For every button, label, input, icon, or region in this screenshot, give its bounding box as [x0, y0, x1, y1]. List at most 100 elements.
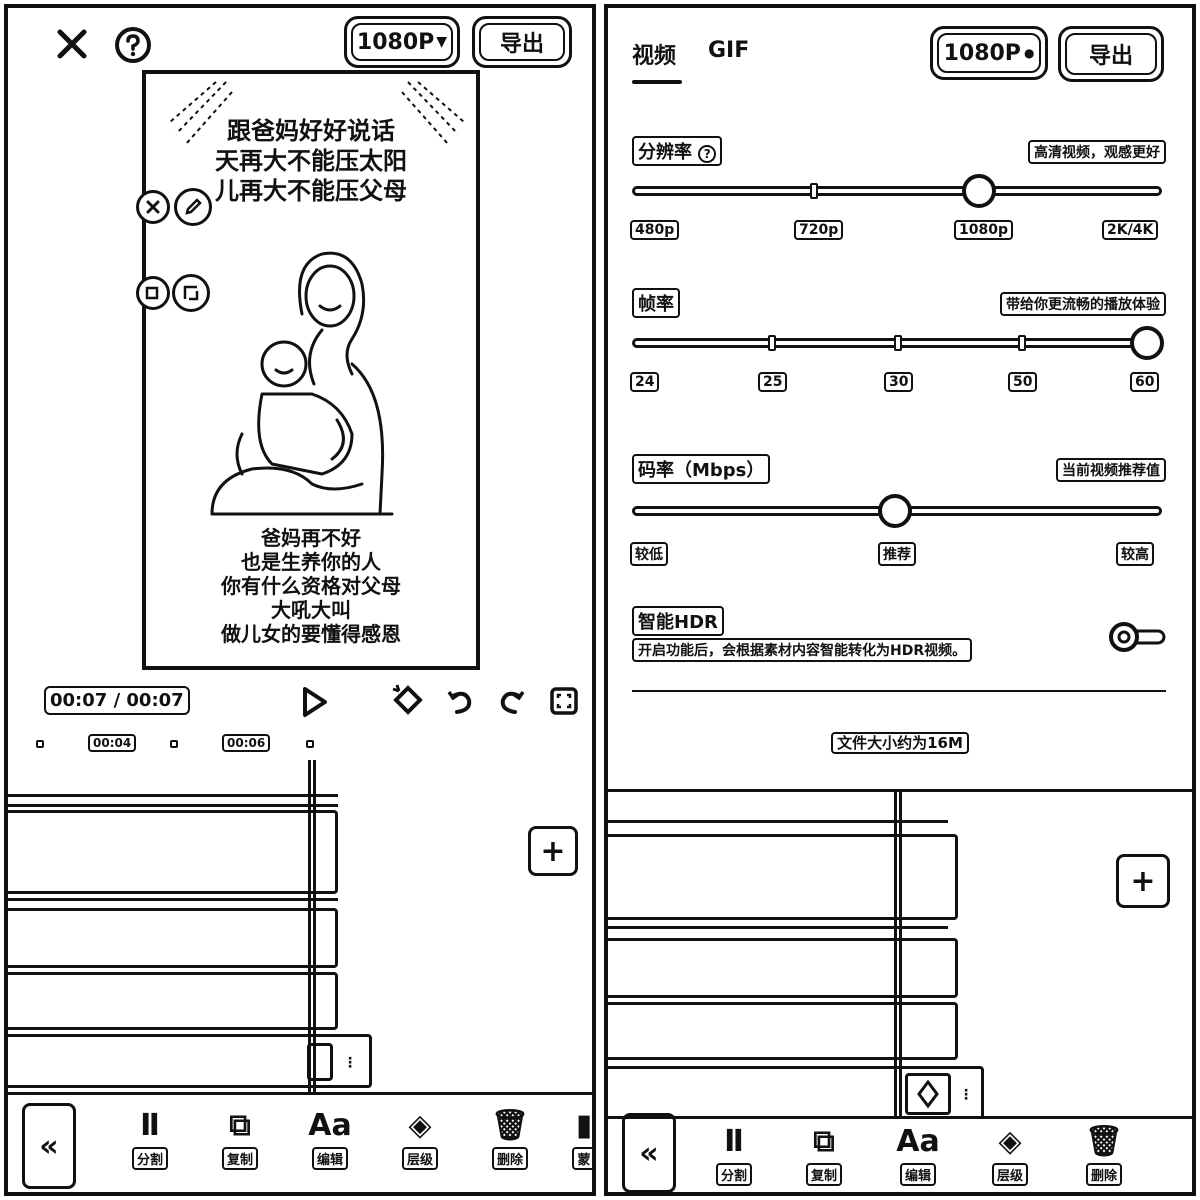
- ruler-label: 00:04: [88, 734, 137, 752]
- add-track-button[interactable]: +: [528, 826, 578, 876]
- tick-label: 60: [1130, 372, 1160, 392]
- tool-edit[interactable]: Aa 编辑: [300, 1107, 360, 1170]
- slider-tick: [1018, 335, 1026, 351]
- export-button[interactable]: 导出: [1058, 26, 1164, 82]
- bottom-toolbar: « Ⅱ 分割 ⧉ 复制 Aa 编辑 ◈ 层级 🗑 删除 ▮ 蒙: [8, 1092, 592, 1192]
- export-button[interactable]: 导出: [472, 16, 572, 68]
- tick-label: 较高: [1116, 542, 1154, 566]
- tick-label: 720p: [794, 220, 844, 240]
- tool-delete[interactable]: 🗑 删除: [480, 1107, 540, 1170]
- sticker-clip[interactable]: [608, 938, 958, 998]
- split-icon: Ⅱ: [724, 1124, 744, 1159]
- file-size-estimate: 文件大小约为16M: [608, 732, 1192, 754]
- text-clip[interactable]: [608, 1002, 958, 1060]
- tool-split[interactable]: Ⅱ 分割: [704, 1123, 764, 1186]
- editor-screen: 1080P ▼ 导出 跟爸妈好好说话 天再大不能压太阳 儿再大不能压父母 爸妈再…: [4, 4, 596, 1196]
- more-icon[interactable]: ⋮: [959, 1087, 973, 1103]
- playhead[interactable]: [308, 760, 316, 1092]
- resolution-selector[interactable]: 1080P ●: [930, 26, 1048, 80]
- hdr-toggle[interactable]: [1108, 620, 1166, 654]
- help-icon[interactable]: [112, 24, 154, 66]
- export-settings-panel: 视频 GIF 1080P ● 导出 分辨率 ? 高清视频，观感更好 480p 7…: [608, 8, 1192, 792]
- tab-video[interactable]: 视频: [632, 38, 676, 70]
- copy-icon: ⧉: [813, 1124, 835, 1159]
- bitrate-title: 码率（Mbps）: [632, 454, 771, 484]
- hdr-title: 智能HDR: [632, 606, 724, 636]
- slider-tick: [894, 335, 902, 351]
- copy-sticker-icon[interactable]: [136, 276, 170, 310]
- fullscreen-icon[interactable]: [546, 682, 582, 720]
- slider-tick: [768, 335, 776, 351]
- resolution-slider-thumb[interactable]: [962, 174, 996, 208]
- keyframe-icon[interactable]: [905, 1073, 951, 1115]
- add-track-button[interactable]: +: [1116, 854, 1170, 908]
- tool-delete[interactable]: 🗑 删除: [1074, 1123, 1134, 1186]
- play-icon[interactable]: [296, 682, 332, 722]
- bitrate-hint: 当前视频推荐值: [1056, 458, 1166, 482]
- bitrate-slider-thumb[interactable]: [878, 494, 912, 528]
- keyframe-icon[interactable]: [388, 680, 428, 720]
- framerate-title: 帧率: [632, 288, 680, 318]
- edit-sticker-icon[interactable]: [174, 188, 212, 226]
- ruler-tick: [36, 740, 44, 748]
- tick-label: 较低: [630, 542, 668, 566]
- tool-copy[interactable]: ⧉ 复制: [794, 1123, 854, 1186]
- trash-icon: 🗑: [1084, 1124, 1124, 1159]
- active-tab-indicator: [632, 80, 682, 84]
- collapse-icon[interactable]: «: [622, 1113, 676, 1192]
- resolution-title: 分辨率 ?: [632, 136, 723, 166]
- copy-icon: ⧉: [229, 1108, 251, 1143]
- tick-label: 1080p: [954, 220, 1013, 240]
- ruler-label: 00:06: [222, 734, 271, 752]
- chevron-down-icon: ▼: [436, 34, 448, 50]
- video-clip[interactable]: [608, 834, 958, 920]
- delete-sticker-icon[interactable]: [136, 190, 170, 224]
- tick-label: 2K/4K: [1102, 220, 1159, 240]
- more-icon[interactable]: ⋮: [343, 1055, 357, 1071]
- playhead[interactable]: [894, 792, 902, 1132]
- video-clip[interactable]: [8, 810, 338, 894]
- divider: [632, 690, 1166, 692]
- tool-edit[interactable]: Aa 编辑: [888, 1123, 948, 1186]
- slider-tick: [810, 183, 818, 199]
- mother-child-illustration: [210, 251, 394, 516]
- tool-split[interactable]: Ⅱ 分割: [120, 1107, 180, 1170]
- tool-copy[interactable]: ⧉ 复制: [210, 1107, 270, 1170]
- framerate-slider-thumb[interactable]: [1130, 326, 1164, 360]
- track-rail: [8, 794, 338, 797]
- tool-layer[interactable]: ◈ 层级: [390, 1107, 450, 1170]
- resolution-selector[interactable]: 1080P ▼: [344, 16, 460, 68]
- tick-label: 30: [884, 372, 914, 392]
- resolution-label: 1080P: [356, 29, 435, 55]
- text-icon: Aa: [308, 1108, 352, 1143]
- bottom-toolbar: « Ⅱ 分割 ⧉ 复制 Aa 编辑 ◈ 层级 🗑 删除: [608, 1113, 1192, 1192]
- layers-icon: ◈: [998, 1124, 1022, 1159]
- hdr-description: 开启功能后，会根据素材内容智能转化为HDR视频。: [632, 638, 973, 662]
- tool-layer[interactable]: ◈ 层级: [980, 1123, 1040, 1186]
- sticker-clip[interactable]: [8, 908, 338, 968]
- timecode: 00:07 / 00:07: [44, 686, 190, 715]
- close-icon[interactable]: [52, 24, 92, 64]
- collapse-icon[interactable]: «: [22, 1103, 76, 1189]
- tab-gif[interactable]: GIF: [708, 38, 749, 63]
- tick-label: 25: [758, 372, 788, 392]
- layers-icon: ◈: [408, 1108, 432, 1143]
- redo-icon[interactable]: [494, 682, 530, 720]
- resolution-slider[interactable]: [632, 186, 1162, 196]
- ruler-tick: [306, 740, 314, 748]
- video-preview[interactable]: 跟爸妈好好说话 天再大不能压太阳 儿再大不能压父母 爸妈再不好 也是生养你的人 …: [142, 70, 480, 670]
- tick-label: 24: [630, 372, 660, 392]
- ruler-tick: [170, 740, 178, 748]
- undo-icon[interactable]: [442, 682, 478, 720]
- trash-icon: 🗑: [490, 1108, 530, 1143]
- help-icon[interactable]: ?: [698, 145, 717, 163]
- rotate-sticker-icon[interactable]: [172, 274, 210, 312]
- resolution-hint: 高清视频，观感更好: [1028, 140, 1166, 164]
- tick-label: 50: [1008, 372, 1038, 392]
- split-icon: Ⅱ: [140, 1108, 160, 1143]
- text-clip[interactable]: [8, 972, 338, 1030]
- tool-mask[interactable]: ▮ 蒙: [564, 1107, 592, 1170]
- text-icon: Aa: [896, 1124, 940, 1159]
- audio-clip[interactable]: ⋮: [8, 1034, 372, 1088]
- framerate-hint: 带给你更流畅的播放体验: [1000, 292, 1166, 316]
